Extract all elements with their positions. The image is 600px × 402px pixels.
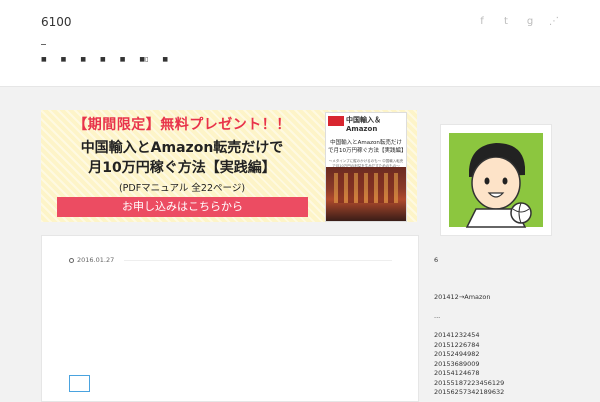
banner-title-line2: 月10万円稼ぐ方法【実践編】 — [88, 160, 276, 176]
site-title[interactable]: 6100 — [41, 15, 72, 29]
list-item[interactable]: 20156257342189632 — [434, 388, 504, 398]
ebook-cover-tag: 中国輸入＆Amazon — [346, 116, 381, 133]
main-nav: ■ ■ ■ ■ ■ ■▯ ■ — [41, 56, 168, 63]
avatar-illustration — [449, 133, 543, 228]
china-flag-icon — [328, 116, 344, 126]
nav-item[interactable]: ■ — [41, 56, 47, 63]
site-tagline — [41, 44, 46, 45]
nav-item[interactable]: ■ — [120, 56, 126, 63]
sidebar-count: 6 — [434, 256, 439, 264]
rss-icon[interactable]: ⋰ — [548, 16, 560, 27]
twitter-icon[interactable]: t — [500, 16, 512, 27]
post-date: 2016.01.27 — [69, 256, 114, 264]
list-item[interactable]: 20155187223456129 — [434, 379, 504, 389]
post-date-text: 2016.01.27 — [77, 256, 115, 264]
ebook-cover-title: 中国輸入とAmazon転売だけで月10万円稼ぐ方法【実践編】 — [328, 140, 407, 154]
banner-headline: 【期間限定】無料プレゼント！！ — [73, 117, 291, 133]
list-item[interactable]: 20154124678 — [434, 369, 504, 379]
nav-item[interactable]: ■ — [100, 56, 106, 63]
ebook-cover-image: 中国輸入＆Amazon 中国輸入とAmazon転売だけで月10万円稼ぐ方法【実践… — [325, 112, 407, 222]
google-plus-icon[interactable]: g — [524, 16, 536, 27]
banner-subtitle: (PDFマニュアル 全22ページ) — [118, 183, 246, 194]
profile-avatar — [440, 124, 552, 236]
ebook-cover-header: 中国輸入＆Amazon — [326, 113, 406, 135]
list-item[interactable]: 20151226784 — [434, 341, 504, 351]
ebook-cover-photo — [326, 167, 406, 221]
list-item[interactable]: 20141232454 — [434, 331, 504, 341]
clock-icon — [69, 257, 74, 263]
promo-banner[interactable]: 【期間限定】無料プレゼント！！ 中国輸入とAmazon転売だけで 月10万円稼ぐ… — [41, 110, 417, 222]
list-item[interactable]: 20153689009 — [434, 360, 504, 370]
post-card: 2016.01.27 — [41, 235, 419, 402]
sidebar-list: 20141232454 20151226784 20152494982 2015… — [434, 331, 504, 398]
banner-signup-button[interactable]: お申し込みはこちらから — [57, 197, 308, 217]
list-item[interactable]: 20152494982 — [434, 350, 504, 360]
nav-item[interactable]: ■▯ — [139, 56, 148, 63]
social-links: f t g ⋰ — [476, 16, 560, 27]
post-thumbnail[interactable] — [69, 375, 90, 392]
date-divider — [124, 260, 392, 261]
sidebar-link[interactable]: 201412→Amazon — [434, 293, 491, 301]
nav-item[interactable]: ■ — [80, 56, 86, 63]
sidebar-more: ... — [434, 312, 441, 320]
banner-title-line1: 中国輸入とAmazon転売だけで — [80, 140, 284, 156]
site-header: 6100 f t g ⋰ ■ ■ ■ ■ ■ ■▯ ■ — [0, 0, 600, 87]
facebook-icon[interactable]: f — [476, 16, 488, 27]
nav-item[interactable]: ■ — [162, 56, 168, 63]
nav-item[interactable]: ■ — [61, 56, 67, 63]
